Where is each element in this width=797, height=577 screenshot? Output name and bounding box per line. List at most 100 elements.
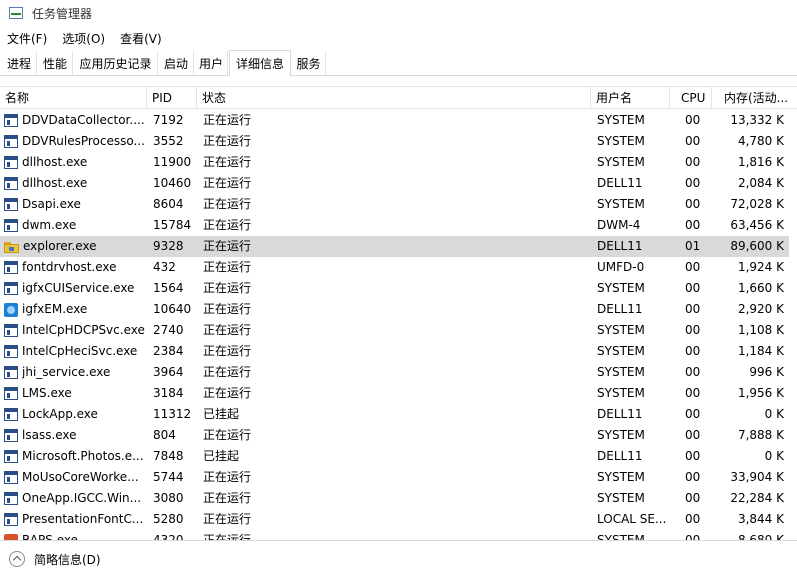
table-row[interactable]: PresentationFontC... 5280 正在运行 LOCAL SE... 0… — [0, 509, 797, 530]
process-icon — [4, 513, 18, 526]
process-username: LOCAL SE... — [597, 512, 667, 526]
process-name: explorer.exe — [23, 239, 97, 253]
tab-app-history[interactable]: 应用历史记录 — [74, 51, 158, 76]
table-row[interactable]: RAPS.exe 4320 正在运行 SYSTEM 00 8,680 K — [0, 530, 797, 540]
process-username: SYSTEM — [597, 134, 645, 148]
process-pid: 11900 — [153, 155, 192, 169]
table-row[interactable]: lsass.exe 804 正在运行 SYSTEM 00 7,888 K — [0, 425, 797, 446]
process-memory: 2,084 K — [737, 176, 784, 190]
column-pid-header[interactable]: PID — [147, 87, 197, 109]
process-memory: 33,904 K — [730, 470, 784, 484]
process-icon — [4, 135, 18, 148]
table-row[interactable]: LockApp.exe 11312 已挂起 DELL11 00 0 K — [0, 404, 797, 425]
menu-bar: 文件(F) 选项(O) 查看(V) — [0, 27, 797, 49]
process-icon — [4, 261, 18, 274]
process-name: OneApp.IGCC.Win... — [22, 491, 142, 505]
process-username: DELL11 — [597, 176, 643, 190]
column-memory-header[interactable]: 内存(活动... — [712, 87, 797, 109]
process-status: 正在运行 — [203, 197, 252, 211]
process-memory: 7,888 K — [737, 428, 784, 442]
process-pid: 804 — [153, 428, 176, 442]
process-name: Microsoft.Photos.e... — [22, 449, 144, 463]
fewer-details-link[interactable]: 简略信息(D) — [34, 551, 101, 568]
details-grid: 名称 ^ PID 状态 用户名 CPU 内存(活动... DDVDataColl… — [0, 86, 797, 540]
process-status: 正在运行 — [203, 344, 252, 358]
table-row[interactable]: IntelCpHDCPSvc.exe 2740 正在运行 SYSTEM 00 1,108 … — [0, 320, 797, 341]
tab-services[interactable]: 服务 — [292, 51, 326, 76]
process-cpu: 00 — [685, 218, 701, 232]
process-status: 正在运行 — [203, 323, 252, 337]
process-username: SYSTEM — [597, 428, 645, 442]
table-row[interactable]: dwm.exe 15784 正在运行 DWM-4 00 63,456 K — [0, 215, 797, 236]
table-row[interactable]: DDVRulesProcesso... 3552 正在运行 SYSTEM 00 4,780… — [0, 131, 797, 152]
tab-processes[interactable]: 进程 — [2, 51, 37, 76]
tab-details[interactable]: 详细信息 — [229, 50, 291, 77]
column-header-row: 名称 ^ PID 状态 用户名 CPU 内存(活动... — [0, 87, 797, 109]
process-pid: 7192 — [153, 113, 184, 127]
table-row[interactable]: igfxCUIService.exe 1564 正在运行 SYSTEM 00 1,660 … — [0, 278, 797, 299]
table-row[interactable]: dllhost.exe 10460 正在运行 DELL11 00 2,084 K — [0, 173, 797, 194]
table-row[interactable]: explorer.exe 9328 正在运行 DELL11 01 89,600 K — [0, 236, 797, 257]
column-cpu-header[interactable]: CPU — [670, 87, 712, 109]
column-status-header[interactable]: 状态 — [197, 87, 591, 109]
process-cpu: 00 — [685, 323, 701, 337]
table-row[interactable]: jhi_service.exe 3964 正在运行 SYSTEM 00 996 K — [0, 362, 797, 383]
tab-performance[interactable]: 性能 — [38, 51, 73, 76]
process-name-cell: igfxEM.exe — [4, 299, 148, 320]
process-icon — [4, 450, 18, 463]
process-pid: 8604 — [153, 197, 184, 211]
menu-view[interactable]: 查看(V) — [113, 30, 170, 47]
table-row[interactable]: dllhost.exe 11900 正在运行 SYSTEM 00 1,816 K — [0, 152, 797, 173]
title-bar: 任务管理器 — [0, 0, 797, 26]
process-name: IntelCpHDCPSvc.exe — [22, 323, 145, 337]
table-row[interactable]: DDVDataCollector.... 7192 正在运行 SYSTEM 00 13,3… — [0, 110, 797, 131]
process-username: DELL11 — [597, 239, 643, 253]
task-manager-icon — [8, 5, 24, 21]
process-cpu: 00 — [685, 428, 701, 442]
process-memory: 1,924 K — [737, 260, 784, 274]
collapse-chevron-icon[interactable] — [9, 551, 25, 567]
process-cpu: 00 — [685, 176, 701, 190]
vertical-scrollbar[interactable] — [789, 109, 797, 540]
table-row[interactable]: OneApp.IGCC.Win... 3080 正在运行 SYSTEM 00 22,284… — [0, 488, 797, 509]
process-name-cell: LMS.exe — [4, 383, 148, 404]
process-status: 正在运行 — [203, 428, 252, 442]
process-pid: 5744 — [153, 470, 184, 484]
sort-ascending-icon: ^ — [68, 86, 76, 91]
process-status: 正在运行 — [203, 260, 252, 274]
process-memory: 72,028 K — [730, 197, 784, 211]
menu-file[interactable]: 文件(F) — [0, 30, 55, 47]
process-name-cell: Dsapi.exe — [4, 194, 148, 215]
tab-users[interactable]: 用户 — [195, 51, 228, 76]
table-row[interactable]: Dsapi.exe 8604 正在运行 SYSTEM 00 72,028 K — [0, 194, 797, 215]
process-memory: 3,844 K — [737, 512, 784, 526]
table-row[interactable]: LMS.exe 3184 正在运行 SYSTEM 00 1,956 K — [0, 383, 797, 404]
process-cpu: 00 — [685, 365, 701, 379]
process-username: SYSTEM — [597, 491, 645, 505]
table-row[interactable]: IntelCpHeciSvc.exe 2384 正在运行 SYSTEM 00 1,184 … — [0, 341, 797, 362]
process-name-cell: dllhost.exe — [4, 152, 148, 173]
process-username: SYSTEM — [597, 470, 645, 484]
column-username-header[interactable]: 用户名 — [591, 87, 670, 109]
process-cpu: 00 — [685, 512, 701, 526]
process-cpu: 00 — [685, 449, 701, 463]
process-pid: 3080 — [153, 491, 184, 505]
process-username: SYSTEM — [597, 197, 645, 211]
process-name: jhi_service.exe — [22, 365, 111, 379]
process-memory: 22,284 K — [730, 491, 784, 505]
process-icon — [4, 282, 18, 295]
table-row[interactable]: fontdrvhost.exe 432 正在运行 UMFD-0 00 1,924 K — [0, 257, 797, 278]
process-status: 已挂起 — [203, 407, 240, 421]
process-name-cell: LockApp.exe — [4, 404, 148, 425]
process-icon — [4, 198, 18, 211]
process-username: SYSTEM — [597, 533, 645, 540]
table-row[interactable]: MoUsoCoreWorke... 5744 正在运行 SYSTEM 00 33,904 … — [0, 467, 797, 488]
menu-options[interactable]: 选项(O) — [55, 30, 113, 47]
process-cpu: 00 — [685, 197, 701, 211]
tab-startup[interactable]: 启动 — [159, 51, 194, 76]
process-username: DELL11 — [597, 302, 643, 316]
process-pid: 2740 — [153, 323, 184, 337]
table-row[interactable]: Microsoft.Photos.e... 7848 已挂起 DELL11 00 0 K — [0, 446, 797, 467]
process-name-cell: DDVDataCollector.... — [4, 110, 148, 131]
table-row[interactable]: igfxEM.exe 10640 正在运行 DELL11 00 2,920 K — [0, 299, 797, 320]
